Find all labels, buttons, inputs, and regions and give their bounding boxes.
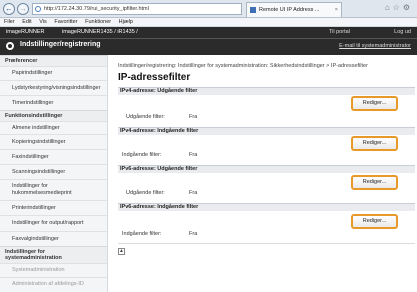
sidebar-item-paper[interactable]: Papirindstillinger <box>0 66 107 80</box>
page-title: IP-adressefilter <box>118 72 191 83</box>
settings-icon <box>6 42 14 50</box>
tab-title: Remote UI IP Address ... <box>259 7 320 13</box>
sidebar-item-department-id[interactable]: Administration af afdelings-ID <box>0 277 107 291</box>
ipv4-incoming-label: Indgående filter: <box>122 152 162 158</box>
sidebar-heading-preferences: Præferencer <box>0 55 107 66</box>
menu-view[interactable]: Vis <box>39 19 47 25</box>
header-divider <box>0 38 417 39</box>
gear-icon[interactable]: ⚙ <box>403 3 413 12</box>
browser-tab[interactable]: Remote UI IP Address ... × <box>246 2 342 17</box>
back-to-top-icon[interactable]: ▲ <box>118 248 125 255</box>
ipv4-outgoing-label: Udgående filter: <box>126 114 165 120</box>
sidebar-heading-system-admin: Indstillinger for systemadministration <box>0 246 107 263</box>
ipv4-outgoing-value: Fra <box>189 114 198 120</box>
sidebar-item-general[interactable]: Almene indstillinger <box>0 121 107 134</box>
home-icon[interactable]: ⌂ <box>385 3 393 12</box>
address-url: http://172.24.30.79/rui_security_ipfilte… <box>44 6 149 12</box>
ipv6-incoming-value: Fra <box>189 231 198 237</box>
sidebar: Præferencer Papirindstillinger Lydstyrke… <box>0 55 108 292</box>
ipv6-outgoing-label: Udgående filter: <box>126 190 165 196</box>
menu-file[interactable]: Filer <box>4 19 15 25</box>
product-name: imageRUNNER <box>6 29 45 35</box>
sidebar-item-scan[interactable]: Scanningsindstillinger <box>0 164 107 179</box>
ipv4-incoming-value: Fra <box>189 152 198 158</box>
close-tab-icon[interactable]: × <box>335 3 338 17</box>
portal-link[interactable]: Til portal <box>329 29 350 35</box>
sidebar-item-system-management[interactable]: Systemadministration <box>0 263 107 277</box>
edit-ipv4-incoming-button[interactable]: Rediger... <box>351 136 398 151</box>
app-header: imageRUNNER imageRUNNER1435 / iR1435 / T… <box>0 27 417 55</box>
menu-tools[interactable]: Funktioner <box>85 19 111 25</box>
star-icon[interactable]: ☆ <box>393 3 403 12</box>
section-heading-ipv6-incoming: IPv6-adresse: Indgående filter <box>118 203 415 211</box>
back-icon[interactable]: ← <box>3 3 15 15</box>
ipv6-incoming-label: Indgående filter: <box>122 231 162 237</box>
sidebar-item-timer[interactable]: Timerindstillinger <box>0 95 107 110</box>
sidebar-item-copy[interactable]: Kopieringsindstillinger <box>0 134 107 149</box>
email-admin-link[interactable]: E-mail til systemadministrator <box>339 43 411 49</box>
section-divider <box>118 243 415 244</box>
sidebar-item-volume-display[interactable]: Lydstyrkestyring/visningsindstillinger <box>0 80 107 95</box>
edit-ipv6-outgoing-button[interactable]: Rediger... <box>351 175 398 190</box>
edit-ipv6-incoming-button[interactable]: Rediger... <box>351 214 398 229</box>
browser-toolbar: ← → http://172.24.30.79/rui_security_ipf… <box>0 0 417 18</box>
sidebar-item-printer[interactable]: Printerindstillinger <box>0 200 107 215</box>
sidebar-heading-functions: Funktionsindstillinger <box>0 110 107 121</box>
address-bar[interactable]: http://172.24.30.79/rui_security_ipfilte… <box>32 3 242 15</box>
app-title: Indstillinger/registrering <box>20 41 101 48</box>
sidebar-item-memory-media-print[interactable]: Indstillinger for hukommelsesmedieprint <box>0 179 107 200</box>
logout-link[interactable]: Log ud <box>394 29 411 35</box>
forward-icon[interactable]: → <box>17 3 29 15</box>
section-heading-ipv6-outgoing: IPv6-adresse: Udgående filter <box>118 165 415 173</box>
ipv6-outgoing-value: Fra <box>189 190 198 196</box>
model-name: imageRUNNER1435 / iR1435 / <box>62 29 138 35</box>
sidebar-item-fax-options[interactable]: Faxvalgindstillinger <box>0 231 107 246</box>
menu-edit[interactable]: Edit <box>22 19 31 25</box>
edit-ipv4-outgoing-button[interactable]: Rediger... <box>351 96 398 111</box>
globe-icon <box>35 6 41 12</box>
menu-help[interactable]: Hjælp <box>119 19 133 25</box>
section-heading-ipv4-incoming: IPv4-adresse: Indgående filter <box>118 127 415 135</box>
favicon-icon <box>250 7 256 13</box>
main-content: Indstillinger/registrering: Indstillinge… <box>109 55 417 292</box>
browser-menubar: Filer Edit Vis Favoritter Funktioner Hjæ… <box>0 18 417 27</box>
sidebar-item-output-report[interactable]: Indstillinger for output/rapport <box>0 215 107 231</box>
menu-favorites[interactable]: Favoritter <box>54 19 77 25</box>
sidebar-item-fax[interactable]: Faxindstillinger <box>0 149 107 164</box>
section-heading-ipv4-outgoing: IPv4-adresse: Udgående filter <box>118 87 415 95</box>
breadcrumb: Indstillinger/registrering: Indstillinge… <box>118 63 368 69</box>
browser-icons: ⌂☆⚙ <box>385 3 413 12</box>
